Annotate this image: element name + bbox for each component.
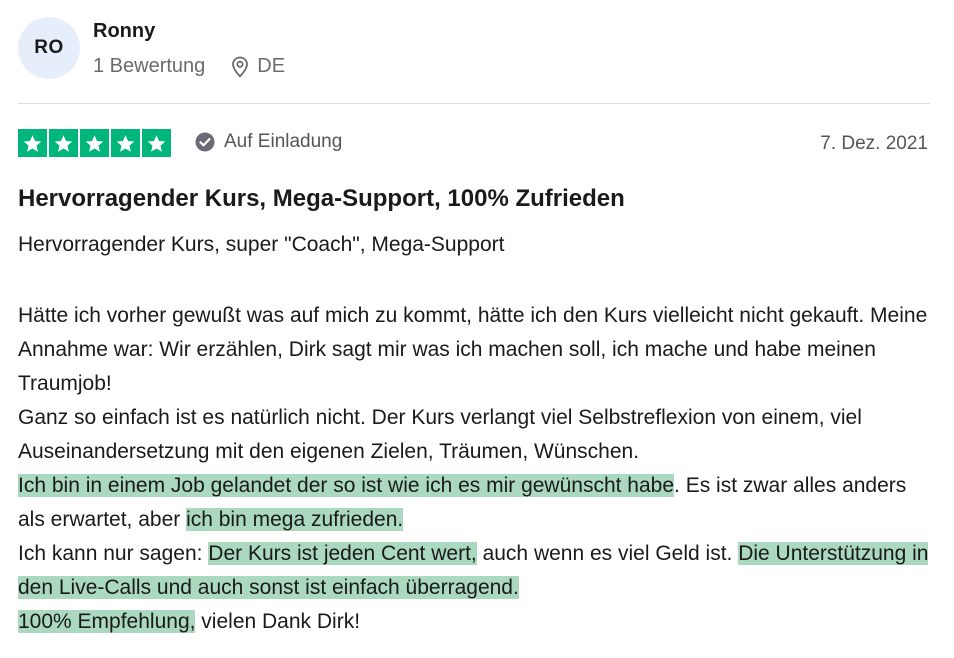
highlighted-text: 100% Empfehlung, <box>18 610 196 633</box>
verification-label: Auf Einladung <box>224 131 343 152</box>
star-icon <box>18 129 47 157</box>
highlighted-text: Der Kurs ist jeden Cent wert, <box>208 542 477 565</box>
verification-badge[interactable]: Auf Einladung <box>195 131 342 153</box>
review-paragraph: Ganz so einfach ist es natürlich nicht. … <box>18 406 862 463</box>
review-body: Hätte ich vorher gewußt was auf mich zu … <box>18 299 938 639</box>
review-text: vielen Dank Dirk! <box>195 610 361 633</box>
location-label: DE <box>257 55 286 77</box>
reviewer-location: DE <box>231 55 285 78</box>
review-paragraph: Hätte ich vorher gewußt was auf mich zu … <box>18 304 928 395</box>
review-paragraph: Ich bin in einem Job gelandet der so ist… <box>18 469 938 537</box>
highlighted-text: ich bin mega zufrieden. <box>186 508 404 531</box>
review-count: 1 Bewertung <box>93 55 206 77</box>
review-date: 7. Dez. 2021 <box>820 133 928 154</box>
avatar-initials: RO <box>34 37 64 58</box>
avatar[interactable]: RO <box>18 17 80 79</box>
divider <box>18 103 930 104</box>
reviewer-meta: 1 Bewertung DE <box>93 55 285 78</box>
reviewer-name[interactable]: Ronny <box>93 20 155 43</box>
map-pin-icon <box>232 56 249 78</box>
star-icon <box>111 129 140 157</box>
review-text: Ich kann nur sagen: <box>18 542 209 565</box>
star-icon <box>49 129 78 157</box>
star-rating <box>18 129 171 157</box>
highlighted-text: Ich bin in einem Job gelandet der so ist… <box>18 474 675 497</box>
star-icon <box>142 129 171 157</box>
review-paragraph: 100% Empfehlung, vielen Dank Dirk! <box>18 605 938 639</box>
check-circle-icon <box>195 132 215 152</box>
review-title: Hervorragender Kurs, Mega-Support, 100% … <box>18 185 625 212</box>
review-paragraph: Ich kann nur sagen: Der Kurs ist jeden C… <box>18 537 938 605</box>
review-text: auch wenn es viel Geld ist. <box>476 542 739 565</box>
review-subtitle: Hervorragender Kurs, super "Coach", Mega… <box>18 233 505 256</box>
star-icon <box>80 129 109 157</box>
